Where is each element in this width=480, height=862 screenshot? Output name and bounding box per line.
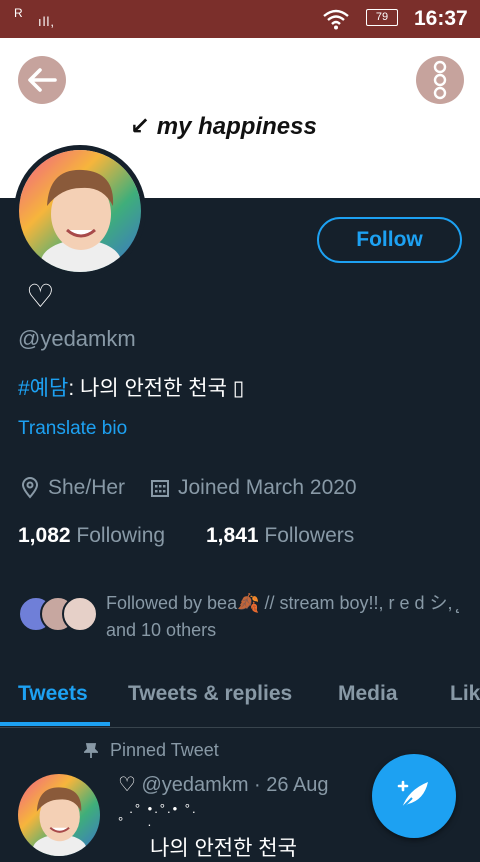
- wifi-icon: [322, 8, 350, 35]
- pronouns-text: She/Her: [48, 476, 126, 499]
- tweet-text: 나의 안전한 천국: [150, 837, 297, 860]
- bio-text: : 나의 안전한 천국 ▯: [68, 377, 245, 400]
- location-pin-icon: [21, 477, 39, 499]
- following-count: 1,082: [18, 524, 71, 547]
- calendar-icon: [151, 480, 169, 497]
- bio-hashtag[interactable]: #예담: [18, 377, 68, 400]
- compose-tweet-button[interactable]: [372, 754, 456, 838]
- status-bar: R ıll, 79 16:37: [0, 0, 480, 38]
- following-link[interactable]: 1,082 Following: [18, 524, 165, 548]
- display-name: ♡: [26, 278, 55, 314]
- carrier-indicator: R: [14, 6, 23, 20]
- profile-tabs: Tweets Tweets & replies Media Likes: [0, 670, 480, 728]
- followers-count: 1,841: [206, 524, 259, 547]
- battery-icon: 79: [366, 9, 398, 26]
- back-button[interactable]: [18, 56, 66, 104]
- banner-text: ↙ my happiness: [130, 113, 317, 140]
- signal-icon: ıll,: [38, 14, 55, 29]
- pin-icon: [84, 742, 98, 758]
- tweet-author-name[interactable]: ♡: [118, 774, 136, 796]
- followed-by-text: Followed by bea🍂 // stream boy!!, r e d …: [106, 593, 458, 640]
- tab-likes[interactable]: Likes: [450, 682, 480, 706]
- profile-bio: #예담: 나의 안전한 천국 ▯: [18, 372, 244, 402]
- tab-tweets[interactable]: Tweets: [18, 682, 88, 706]
- tweet-decoration: .° •.°.• °. ° .: [118, 801, 198, 829]
- compose-feather-icon: [397, 780, 428, 809]
- profile-joined: Joined March 2020: [150, 476, 357, 500]
- active-tab-indicator: [0, 722, 110, 726]
- follow-button[interactable]: Follow: [317, 217, 462, 263]
- tweet-header: ♡ @yedamkm · 26 Aug: [118, 772, 329, 797]
- tab-tweets-replies[interactable]: Tweets & replies: [128, 682, 292, 706]
- profile-handle: @yedamkm: [18, 326, 136, 351]
- clock: 16:37: [414, 7, 468, 30]
- tweet-avatar[interactable]: [18, 774, 100, 856]
- more-vertical-icon: [433, 60, 447, 100]
- profile-location: She/Her: [20, 476, 125, 500]
- tweet-avatar-photo: [18, 774, 100, 856]
- pinned-label: Pinned Tweet: [84, 740, 219, 761]
- tab-media[interactable]: Media: [338, 682, 398, 706]
- pinned-text: Pinned Tweet: [110, 740, 219, 760]
- follower-avatar: [62, 596, 98, 632]
- avatar-photo: [19, 150, 141, 272]
- more-options-button[interactable]: [416, 56, 464, 104]
- profile-avatar[interactable]: [14, 145, 146, 277]
- followers-label: Followers: [264, 524, 355, 547]
- translate-bio-link[interactable]: Translate bio: [18, 418, 127, 440]
- joined-text: Joined March 2020: [178, 476, 357, 499]
- arrow-left-icon: [28, 68, 57, 92]
- followers-link[interactable]: 1,841 Followers: [206, 524, 354, 548]
- tweet-handle-date: @yedamkm · 26 Aug: [141, 774, 329, 796]
- following-label: Following: [76, 524, 166, 547]
